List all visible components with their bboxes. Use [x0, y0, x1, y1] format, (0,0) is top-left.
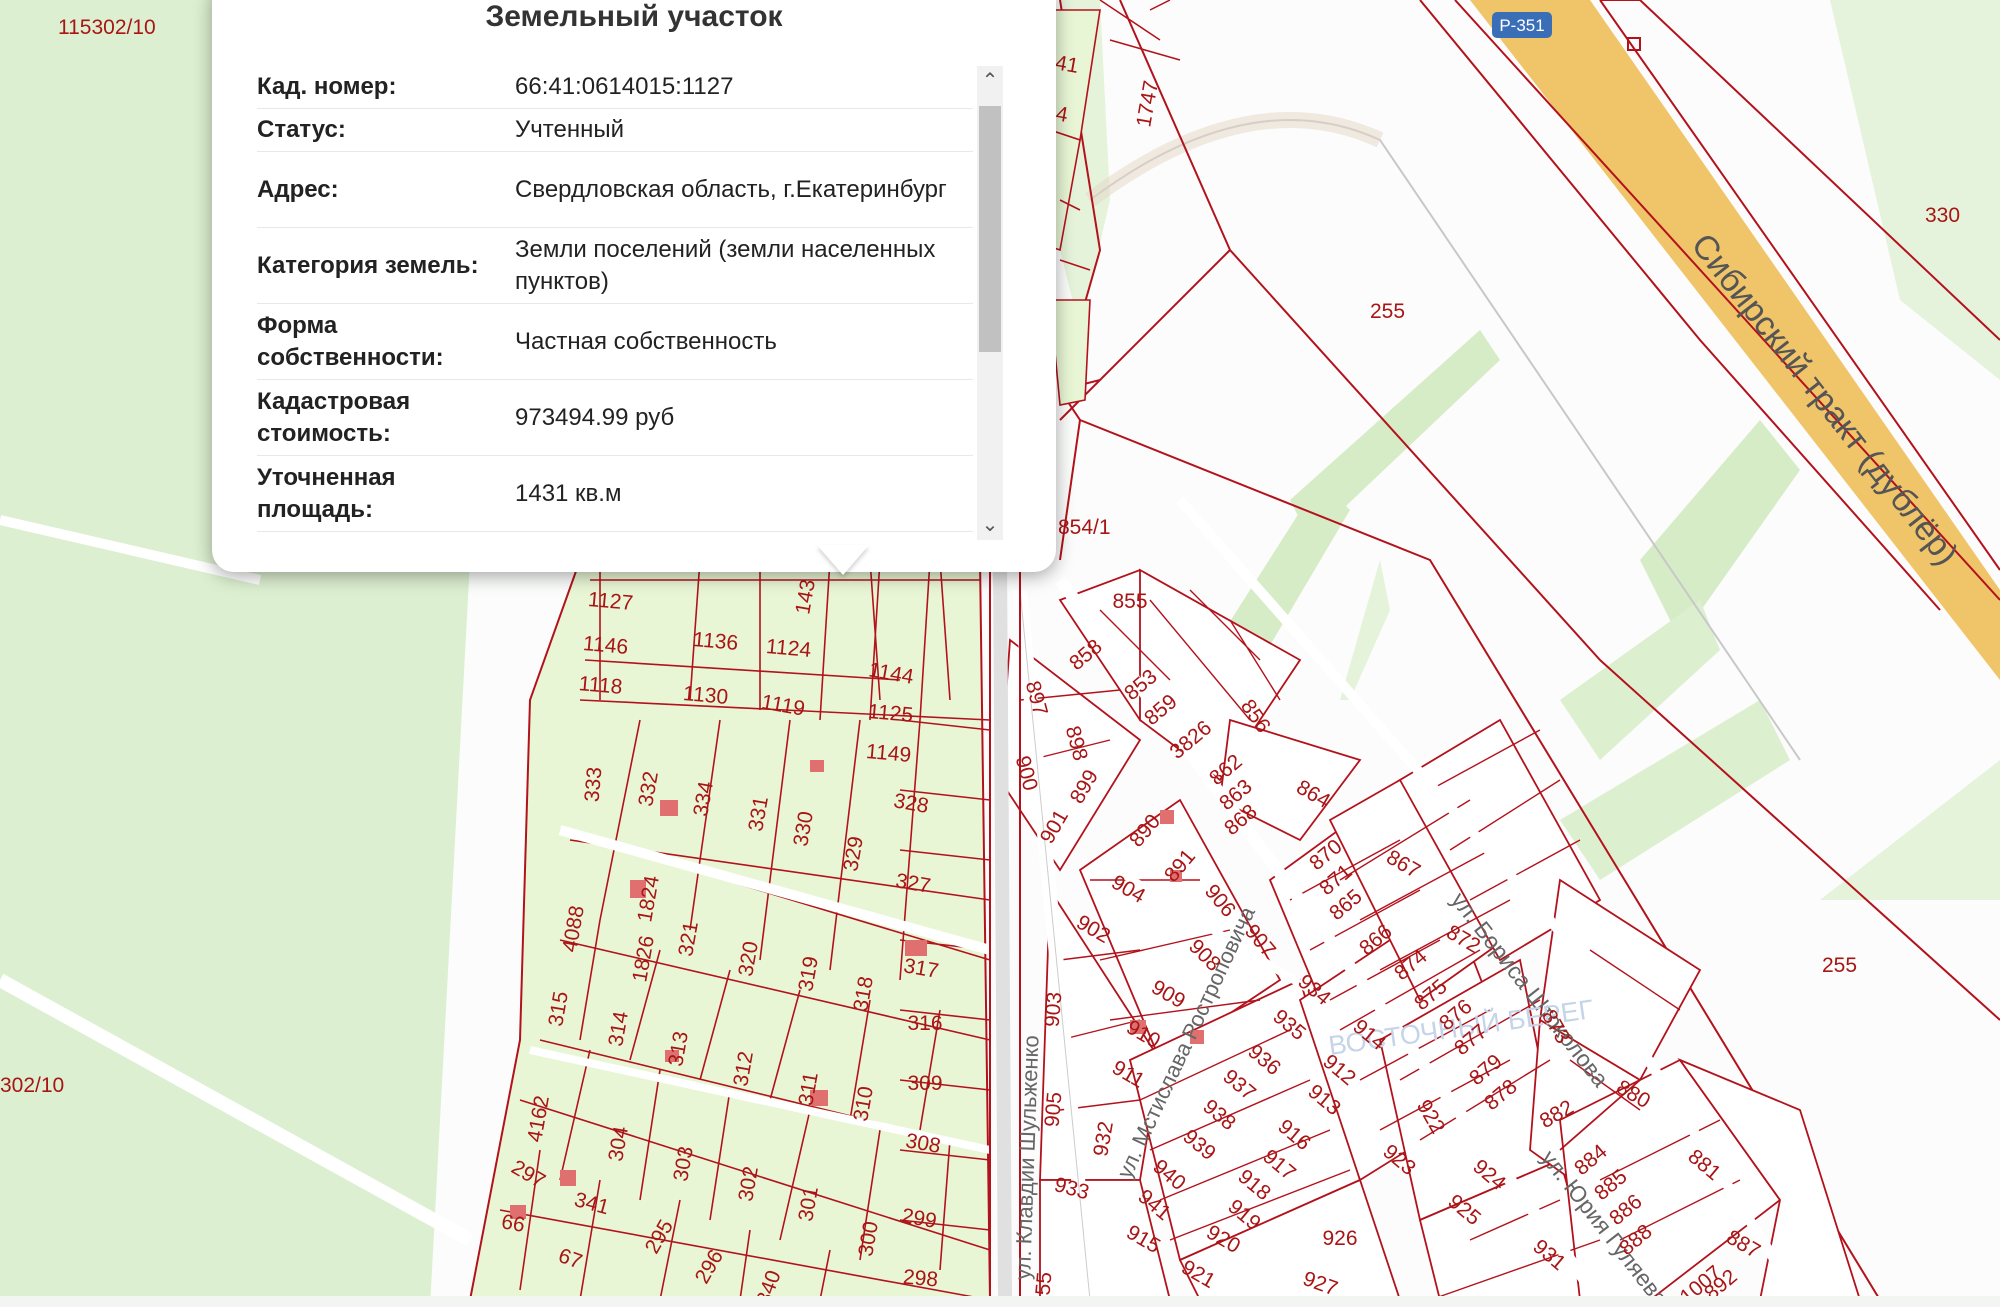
parcel-number-label[interactable]: 1130 [682, 682, 729, 709]
parcel-number-label[interactable]: 333 [581, 766, 607, 803]
info-row-cadastral: Кад. номер: 66:41:0614015:1127 [257, 66, 973, 109]
label-area: Уточненная площадь: [257, 463, 396, 523]
map-canvas[interactable]: 115302/10 302/10 255 255 330 854/1 1747 … [0, 0, 2000, 1307]
value-cadastral-number: 66:41:0614015:1127 [515, 73, 734, 100]
info-row-status: Статус: Учтенный [257, 109, 973, 152]
parcel-number-label[interactable]: 1127 [587, 588, 634, 615]
label-cadastral-number: Кад. номер: [257, 73, 397, 100]
value-cadastral-value: 973494.99 руб [515, 403, 675, 431]
parcel-info-popup: Земельный участок Кад. номер: 66:41:0614… [212, 0, 1056, 575]
parcel-number-label[interactable]: 926 [1322, 1227, 1357, 1250]
parcel-number-label[interactable]: 66 [500, 1210, 527, 1237]
map-bottom-strip [0, 1296, 2000, 1307]
value-area: 1431 кв.м [515, 479, 622, 507]
block-label-255a: 255 [1370, 300, 1405, 323]
info-row-land-category: Категория земель: Земли поселений (земли… [257, 228, 973, 304]
info-row-area: Уточненная площадь: 1431 кв.м [257, 456, 973, 532]
svg-text:Р-351: Р-351 [1499, 16, 1544, 35]
block-label-302: 302/10 [0, 1074, 64, 1097]
popup-pointer [817, 545, 869, 575]
scrollbar-thumb[interactable] [979, 106, 1001, 352]
parcel-number-label[interactable]: 1124 [765, 635, 812, 662]
info-row-ownership: Форма собственности: Частная собственнос… [257, 304, 973, 380]
parcel-number-label[interactable]: 903 [1041, 991, 1067, 1028]
parcel-number-label[interactable]: 1125 [867, 700, 914, 727]
label-address: Адрес: [257, 175, 339, 203]
block-label-115302: 115302/10 [58, 16, 156, 39]
label-ownership: Форма собственности: [257, 311, 444, 371]
parcel-number-label[interactable]: 1136 [692, 628, 739, 655]
block-label-330: 330 [1925, 204, 1960, 227]
label-land-category: Категория земель: [257, 251, 479, 279]
road-badge: Р-351 [1492, 12, 1552, 38]
info-row-address: Адрес: Свердловская область, г.Екатеринб… [257, 152, 973, 228]
parcel-number-label[interactable]: 1118 [578, 672, 623, 699]
popup-title: Земельный участок [485, 0, 783, 33]
parcel-number-label[interactable]: 309 [907, 1072, 942, 1095]
value-address: Свердловская область, г.Екатеринбург [515, 175, 947, 203]
block-label-854: 854/1 [1058, 516, 1111, 539]
label-status: Статус: [257, 116, 346, 143]
scroll-up-arrow-icon[interactable]: ⌃ [977, 66, 1003, 96]
block-label-255b: 255 [1822, 954, 1857, 977]
parcel-number-label[interactable]: 905 [1041, 1091, 1067, 1128]
parcel-info-table: Кад. номер: 66:41:0614015:1127 Статус: У… [257, 66, 973, 532]
value-ownership: Частная собственность [515, 327, 777, 355]
parcel-number-label[interactable]: 1149 [865, 740, 912, 767]
parcel-number-label[interactable]: 1146 [582, 632, 629, 659]
info-row-cadastral-value: Кадастровая стоимость: 973494.99 руб [257, 380, 973, 456]
parcel-number-label[interactable]: 298 [902, 1266, 939, 1292]
value-land-category: Земли поселений (земли населенных пункто… [515, 235, 936, 295]
value-status: Учтенный [515, 116, 624, 143]
parcel-number-label[interactable]: 855 [1112, 590, 1147, 613]
parcel-number-label[interactable]: 316 [907, 1012, 942, 1035]
label-cadastral-value: Кадастровая стоимость: [257, 387, 411, 447]
popup-scrollbar[interactable]: ⌃ ⌄ [977, 66, 1003, 540]
scroll-down-arrow-icon[interactable]: ⌄ [977, 510, 1003, 540]
